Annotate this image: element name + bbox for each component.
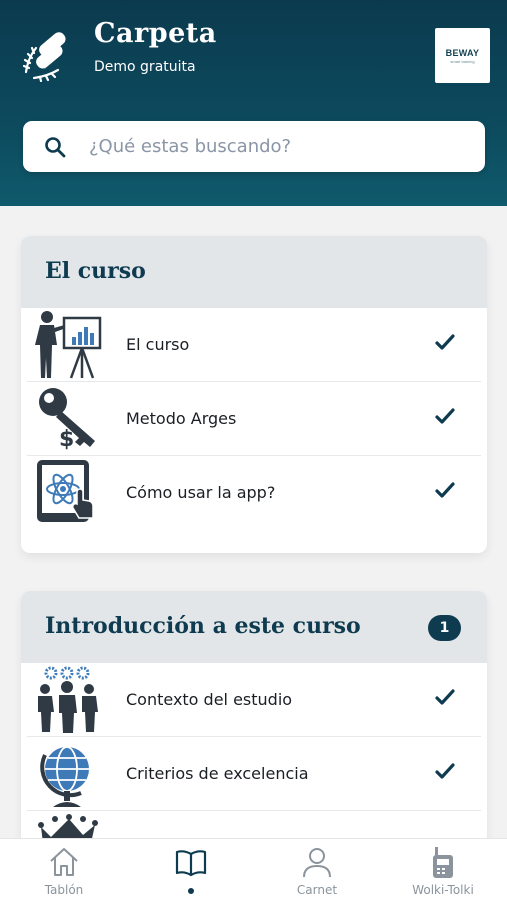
diploma-laurel-icon bbox=[22, 32, 66, 82]
brand-name: BEWAY bbox=[445, 47, 480, 58]
search-icon bbox=[45, 137, 66, 158]
list-item[interactable]: El curso bbox=[27, 308, 481, 382]
tab-wolki-tolki[interactable]: Wolki-Tolki bbox=[388, 839, 498, 900]
book-icon bbox=[175, 850, 207, 877]
tab-label: Carnet bbox=[296, 883, 338, 897]
brand-tagline: smart training bbox=[450, 58, 475, 64]
section-header[interactable]: Introducción a este curso 1 bbox=[21, 591, 487, 663]
presenter-chart-icon bbox=[35, 311, 102, 379]
section-header[interactable]: El curso bbox=[21, 236, 487, 308]
list-item[interactable]: Contexto del estudio bbox=[27, 663, 481, 737]
tab-carpeta[interactable] bbox=[136, 839, 246, 900]
active-tab-indicator bbox=[188, 888, 194, 894]
list-item-label: Contexto del estudio bbox=[126, 690, 293, 709]
count-badge: 1 bbox=[428, 615, 461, 641]
section-title: Introducción a este curso bbox=[45, 613, 361, 639]
checkmark-icon bbox=[435, 334, 455, 350]
home-icon bbox=[50, 848, 78, 876]
list-item-label: Metodo Arges bbox=[126, 409, 237, 428]
tab-label: Tablón bbox=[44, 883, 84, 897]
checkmark-icon bbox=[435, 763, 455, 779]
tablet-atom-icon bbox=[37, 460, 94, 522]
user-icon bbox=[303, 848, 331, 878]
list-item[interactable]: Criterios de excelencia bbox=[27, 737, 481, 811]
search-input[interactable] bbox=[89, 121, 469, 172]
section-card-introduccion: Introducción a este curso 1 Contexto del… bbox=[21, 591, 487, 851]
bottom-tab-bar: Tablón Carnet Wolki-Tolki bbox=[0, 838, 507, 900]
section-card-el-curso: El curso El curso $ Metodo Arges Cómo us… bbox=[21, 236, 487, 553]
brand-logo[interactable]: BEWAY smart training bbox=[435, 28, 490, 83]
tab-label: Wolki-Tolki bbox=[412, 883, 474, 897]
list-item-label: Cómo usar la app? bbox=[126, 483, 276, 502]
checkmark-icon bbox=[435, 408, 455, 424]
search-bar[interactable] bbox=[23, 121, 485, 172]
app-subtitle: Demo gratuita bbox=[94, 59, 196, 75]
list-item-label: Criterios de excelencia bbox=[126, 764, 309, 783]
checkmark-icon bbox=[435, 689, 455, 705]
list-item[interactable]: $ Metodo Arges bbox=[27, 382, 481, 456]
app-title: Carpeta bbox=[94, 18, 217, 49]
list-item[interactable]: Cómo usar la app? bbox=[27, 456, 481, 530]
svg-text:$: $ bbox=[59, 427, 74, 452]
checkmark-icon bbox=[435, 482, 455, 498]
section-title: El curso bbox=[45, 258, 146, 284]
tab-tablon[interactable]: Tablón bbox=[9, 839, 119, 900]
tab-carnet[interactable]: Carnet bbox=[262, 839, 372, 900]
list-item-label: El curso bbox=[126, 335, 190, 354]
team-gears-icon bbox=[38, 666, 98, 733]
app-header: Carpeta Demo gratuita BEWAY smart traini… bbox=[0, 0, 507, 206]
globe-icon bbox=[40, 746, 89, 807]
dollar-key-icon: $ bbox=[39, 388, 95, 452]
walkie-talkie-icon bbox=[433, 847, 453, 878]
